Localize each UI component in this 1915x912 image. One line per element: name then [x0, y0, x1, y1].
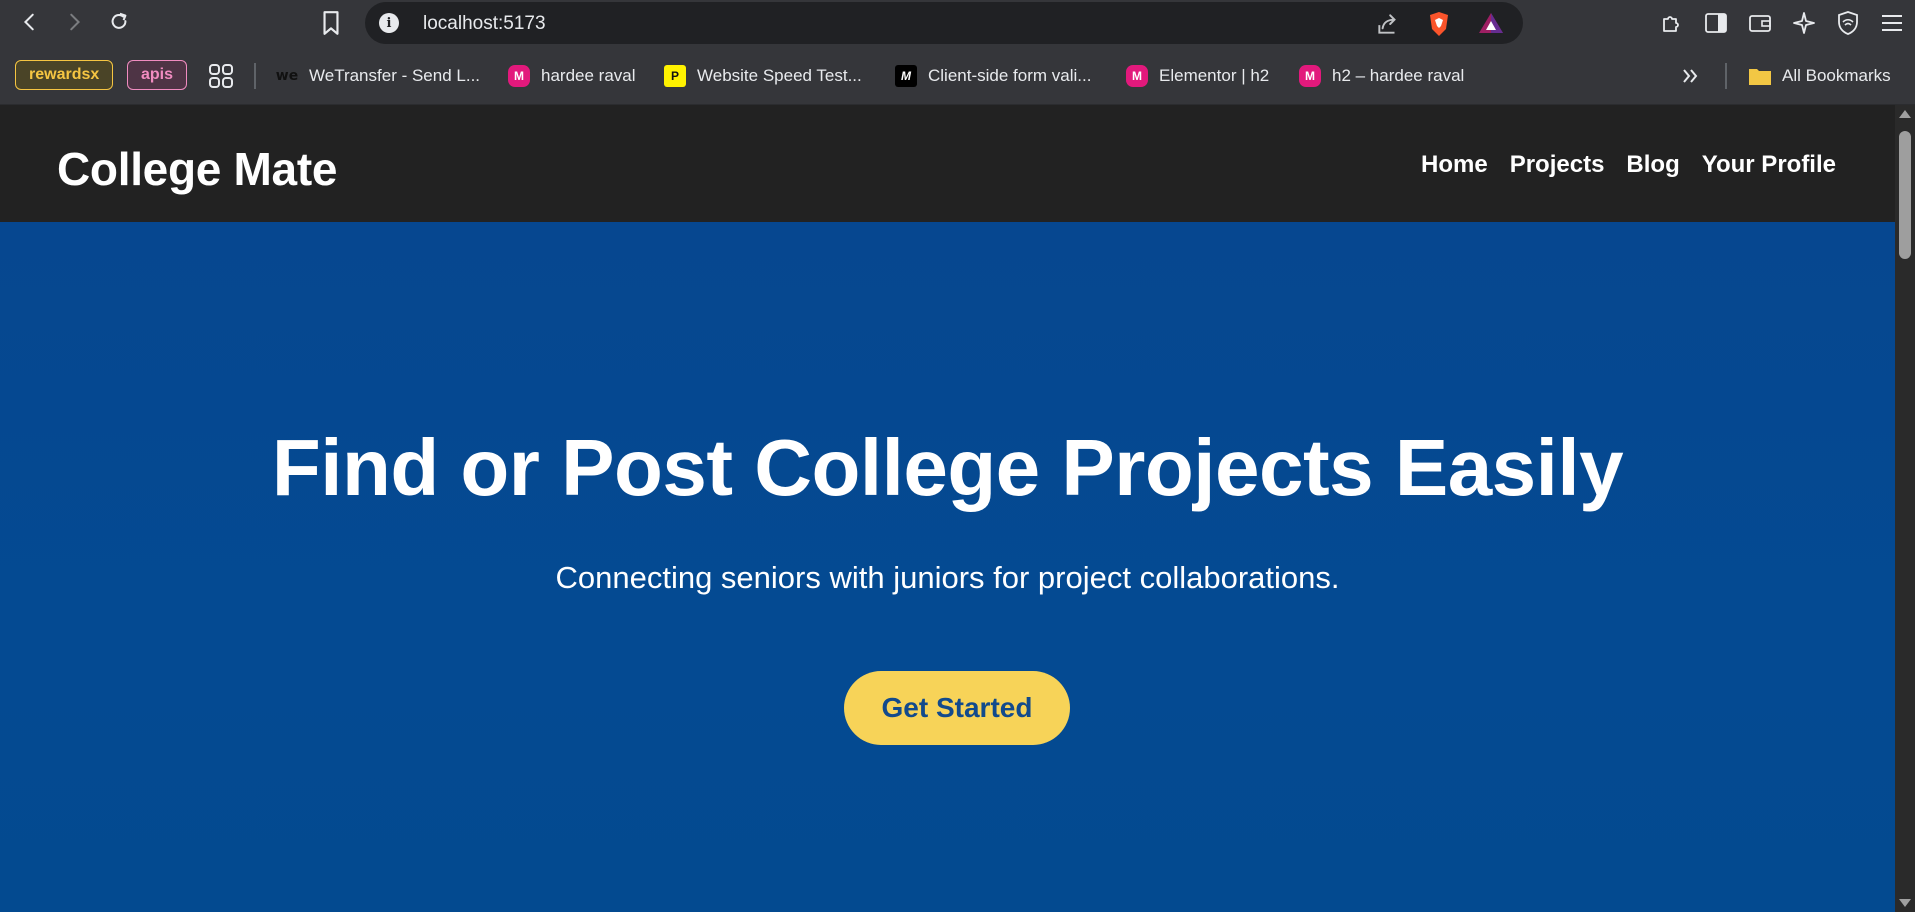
wetransfer-icon: we	[275, 67, 299, 84]
site-info-icon[interactable]: i	[379, 13, 399, 33]
scroll-up-icon[interactable]	[1899, 110, 1911, 118]
nav-link-blog[interactable]: Blog	[1626, 151, 1679, 179]
mdn-icon: M	[895, 64, 917, 87]
scroll-thumb[interactable]	[1899, 131, 1911, 259]
forward-icon[interactable]	[60, 8, 88, 36]
elementor-site-icon: M	[1299, 64, 1321, 87]
page-viewport: College Mate Home Projects Blog Your Pro…	[0, 105, 1895, 912]
nav-link-home[interactable]: Home	[1421, 151, 1488, 179]
site-nav: Home Projects Blog Your Profile	[1421, 151, 1836, 179]
elementor-site-icon: M	[1126, 64, 1148, 87]
hero-section: Find or Post College Projects Easily Con…	[0, 222, 1895, 912]
elementor-site-icon: M	[508, 64, 530, 87]
bookmark-label: Client-side form vali...	[928, 65, 1092, 85]
bookmark-wetransfer[interactable]: we WeTransfer - Send L...	[276, 46, 480, 105]
bookmark-elementor-h2[interactable]: M Elementor | h2	[1126, 46, 1269, 105]
brave-rewards-icon[interactable]	[1477, 11, 1505, 35]
wallet-icon[interactable]	[1745, 8, 1775, 38]
bookmark-label: h2 – hardee raval	[1332, 65, 1465, 85]
bookmark-label: WeTransfer - Send L...	[309, 65, 481, 85]
extensions-icon[interactable]	[1657, 8, 1687, 38]
sidebar-icon[interactable]	[1701, 8, 1731, 38]
page-scrollbar[interactable]	[1895, 105, 1915, 912]
bookmark-label: hardee raval	[541, 65, 636, 85]
site-logo[interactable]: College Mate	[57, 142, 337, 196]
scroll-down-icon[interactable]	[1899, 899, 1911, 907]
apps-grid-icon[interactable]	[208, 46, 234, 105]
site-header: College Mate Home Projects Blog Your Pro…	[0, 105, 1895, 222]
folder-icon	[1749, 68, 1771, 85]
vpn-icon[interactable]	[1833, 8, 1863, 38]
bookmarks-divider	[1725, 63, 1727, 89]
reload-icon[interactable]	[105, 8, 133, 36]
all-bookmarks-label: All Bookmarks	[1782, 65, 1891, 85]
bookmark-hardee-raval[interactable]: M hardee raval	[508, 46, 636, 105]
bookmark-page-icon[interactable]	[318, 9, 344, 42]
nav-link-your-profile[interactable]: Your Profile	[1702, 151, 1836, 179]
nav-link-projects[interactable]: Projects	[1510, 151, 1605, 179]
bookmark-label: Website Speed Test...	[697, 65, 862, 85]
hero-subtitle: Connecting seniors with juniors for proj…	[555, 560, 1340, 595]
share-icon[interactable]	[1375, 11, 1401, 37]
bookmark-chip-apis[interactable]: apis	[127, 60, 188, 90]
back-icon[interactable]	[16, 8, 44, 36]
brave-shields-icon[interactable]	[1425, 11, 1453, 37]
all-bookmarks-folder[interactable]: All Bookmarks	[1748, 46, 1891, 105]
bookmarks-divider	[254, 63, 256, 89]
menu-icon[interactable]	[1877, 8, 1907, 38]
bookmark-chip-rewardsx[interactable]: rewardsx	[15, 60, 114, 90]
leo-ai-icon[interactable]	[1789, 8, 1819, 38]
extensions-area	[1657, 8, 1907, 38]
address-url[interactable]: localhost:5173	[423, 13, 546, 35]
pingdom-icon: P	[664, 64, 686, 87]
hero-title: Find or Post College Projects Easily	[271, 423, 1624, 512]
more-bookmarks-icon[interactable]	[1680, 46, 1700, 105]
browser-toolbar: i localhost:5173	[0, 0, 1915, 46]
get-started-button[interactable]: Get Started	[844, 671, 1070, 745]
bookmarks-bar: rewardsx apis we WeTransfer - Send L... …	[0, 46, 1915, 105]
bookmark-website-speed-test[interactable]: P Website Speed Test...	[664, 46, 862, 105]
bookmark-label: Elementor | h2	[1159, 65, 1270, 85]
bookmark-h2-hardee-raval[interactable]: M h2 – hardee raval	[1299, 46, 1464, 105]
address-bar[interactable]: i localhost:5173	[365, 2, 1523, 44]
bookmark-client-side-form[interactable]: M Client-side form vali...	[895, 46, 1091, 105]
